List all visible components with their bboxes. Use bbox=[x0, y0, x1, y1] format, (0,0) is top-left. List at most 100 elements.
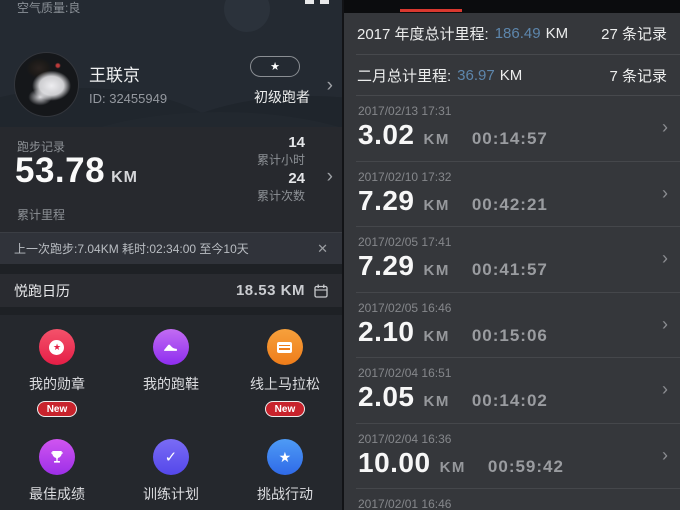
run-record-row[interactable]: 2017/02/04 16:36 10.00 KM 00:59:42 › bbox=[344, 424, 680, 490]
total-count-value: 24 bbox=[257, 169, 305, 188]
chevron-right-icon: › bbox=[662, 248, 668, 269]
run-record-row[interactable]: 2017/02/01 16:46 bbox=[344, 489, 680, 510]
chevron-right-icon: › bbox=[662, 117, 668, 138]
tab-bar bbox=[344, 0, 680, 13]
run-records-panel: 2017 年度总计里程: 186.49 KM 27 条记录 二月总计里程: 36… bbox=[344, 0, 680, 510]
chevron-right-icon: › bbox=[662, 183, 668, 204]
medal-icon: ★ bbox=[39, 329, 75, 365]
record-duration: 00:14:02 bbox=[472, 391, 548, 411]
year-summary-label: 2017 年度总计里程: bbox=[357, 23, 489, 44]
grid-item-label: 训练计划 bbox=[143, 484, 199, 504]
close-icon[interactable]: ✕ bbox=[317, 241, 328, 257]
record-main: 10.00 KM 00:59:42 bbox=[358, 447, 666, 479]
record-date: 2017/02/05 16:46 bbox=[358, 301, 666, 315]
record-unit: KM bbox=[424, 262, 450, 279]
year-record-count: 27 条记录 bbox=[601, 23, 667, 44]
record-distance: 7.29 bbox=[358, 185, 415, 217]
feature-grid: ★ 我的勋章 New 我的跑鞋 线上马拉松 New 最佳成绩 ✓ 训练计划 bbox=[0, 315, 342, 510]
status-icon-fragment bbox=[320, 0, 329, 4]
runner-level-label: 初级跑者 bbox=[254, 87, 310, 107]
total-distance: 53.78KM bbox=[15, 151, 138, 191]
record-date: 2017/02/05 17:41 bbox=[358, 235, 666, 249]
star-icon: ★ bbox=[267, 439, 303, 475]
record-unit: KM bbox=[424, 328, 450, 345]
grid-item-label: 我的勋章 bbox=[29, 374, 85, 394]
record-main: 2.10 KM 00:15:06 bbox=[358, 316, 666, 348]
avatar[interactable] bbox=[14, 52, 79, 117]
total-distance-label: 累计里程 bbox=[17, 206, 65, 223]
total-distance-unit: KM bbox=[111, 169, 138, 186]
stats-right-column: 14 累计小时 24 累计次数 bbox=[257, 133, 305, 205]
calendar-right: 18.53 KM bbox=[236, 282, 328, 299]
profile-row[interactable]: 王联京 ID: 32455949 ★ 初级跑者 › bbox=[0, 50, 342, 127]
year-summary-row: 2017 年度总计里程: 186.49 KM 27 条记录 bbox=[344, 13, 680, 54]
record-distance: 2.05 bbox=[358, 381, 415, 413]
section-divider bbox=[0, 264, 342, 274]
running-stats-card[interactable]: 跑步记录 53.78KM 累计里程 14 累计小时 24 累计次数 › bbox=[0, 127, 342, 232]
user-name: 王联京 bbox=[89, 61, 140, 86]
record-date: 2017/02/10 17:32 bbox=[358, 170, 666, 184]
last-run-banner: 上一次跑步:7.04KM 耗时:02:34:00 至今10天 ✕ bbox=[0, 232, 342, 264]
record-date: 2017/02/01 16:46 bbox=[358, 497, 666, 510]
record-unit: KM bbox=[424, 197, 450, 214]
total-hours-label: 累计小时 bbox=[257, 152, 305, 169]
profile-header: 空气质量:良 王联京 ID: 32455949 ★ 初级跑者 › bbox=[0, 0, 342, 127]
record-duration: 00:15:06 bbox=[472, 326, 548, 346]
record-duration: 00:42:21 bbox=[472, 195, 548, 215]
record-main: 2.05 KM 00:14:02 bbox=[358, 381, 666, 413]
record-distance: 10.00 bbox=[358, 447, 431, 479]
month-summary-label: 二月总计里程: bbox=[357, 65, 451, 86]
grid-item-label: 线上马拉松 bbox=[250, 374, 320, 394]
run-record-row[interactable]: 2017/02/05 16:46 2.10 KM 00:15:06 › bbox=[344, 293, 680, 359]
year-summary-value: 186.49 bbox=[495, 25, 541, 42]
grid-item-challenge[interactable]: ★ 挑战行动 New bbox=[228, 439, 342, 510]
moon-illustration bbox=[224, 0, 270, 32]
shoe-icon bbox=[153, 329, 189, 365]
user-id: ID: 32455949 bbox=[89, 91, 167, 106]
record-distance: 7.29 bbox=[358, 250, 415, 282]
month-summary-row: 二月总计里程: 36.97 KM 7 条记录 bbox=[344, 55, 680, 95]
active-tab-indicator bbox=[400, 9, 462, 12]
chevron-right-icon: › bbox=[327, 76, 333, 95]
record-main: 7.29 KM 00:42:21 bbox=[358, 185, 666, 217]
run-record-row[interactable]: 2017/02/05 17:41 7.29 KM 00:41:57 › bbox=[344, 227, 680, 293]
record-distance: 3.02 bbox=[358, 119, 415, 151]
calendar-label: 悦跑日历 bbox=[14, 281, 70, 301]
record-duration: 00:14:57 bbox=[472, 129, 548, 149]
chevron-right-icon: › bbox=[662, 379, 668, 400]
run-record-row[interactable]: 2017/02/13 17:31 3.02 KM 00:14:57 › bbox=[344, 96, 680, 162]
record-distance: 2.10 bbox=[358, 316, 415, 348]
run-record-row[interactable]: 2017/02/10 17:32 7.29 KM 00:42:21 › bbox=[344, 162, 680, 228]
grid-item-best-results[interactable]: 最佳成绩 bbox=[0, 439, 114, 510]
new-badge: New bbox=[265, 401, 306, 417]
grid-item-label: 挑战行动 bbox=[257, 484, 313, 504]
profile-panel: 空气质量:良 王联京 ID: 32455949 ★ 初级跑者 › 跑步记录 53… bbox=[0, 0, 342, 510]
grid-item-training-plan[interactable]: ✓ 训练计划 bbox=[114, 439, 228, 510]
new-badge: New bbox=[37, 401, 78, 417]
runner-level-star-icon: ★ bbox=[250, 56, 300, 77]
grid-item-label: 最佳成绩 bbox=[29, 484, 85, 504]
calendar-icon bbox=[314, 284, 328, 298]
run-calendar-row[interactable]: 悦跑日历 18.53 KM bbox=[0, 274, 342, 307]
grid-item-shoes[interactable]: 我的跑鞋 bbox=[114, 329, 228, 417]
record-date: 2017/02/04 16:51 bbox=[358, 366, 666, 380]
chevron-right-icon: › bbox=[662, 314, 668, 335]
last-run-text: 上一次跑步:7.04KM 耗时:02:34:00 至今10天 bbox=[14, 240, 249, 257]
air-quality-label: 空气质量:良 bbox=[17, 0, 80, 16]
banner-glyph bbox=[277, 342, 292, 353]
record-main: 3.02 KM 00:14:57 bbox=[358, 119, 666, 151]
run-record-row[interactable]: 2017/02/04 16:51 2.05 KM 00:14:02 › bbox=[344, 358, 680, 424]
chevron-right-icon: › bbox=[662, 445, 668, 466]
star-glyph: ★ bbox=[279, 450, 292, 464]
record-unit: KM bbox=[440, 459, 466, 476]
grid-item-label: 我的跑鞋 bbox=[143, 374, 199, 394]
check-glyph: ✓ bbox=[165, 448, 178, 466]
record-main: 7.29 KM 00:41:57 bbox=[358, 250, 666, 282]
checkmark-icon: ✓ bbox=[153, 439, 189, 475]
record-unit: KM bbox=[424, 131, 450, 148]
grid-item-online-marathon[interactable]: 线上马拉松 New bbox=[228, 329, 342, 417]
record-duration: 00:41:57 bbox=[472, 260, 548, 280]
total-hours-value: 14 bbox=[257, 133, 305, 152]
status-icon-fragment bbox=[305, 0, 314, 4]
grid-item-medals[interactable]: ★ 我的勋章 New bbox=[0, 329, 114, 417]
